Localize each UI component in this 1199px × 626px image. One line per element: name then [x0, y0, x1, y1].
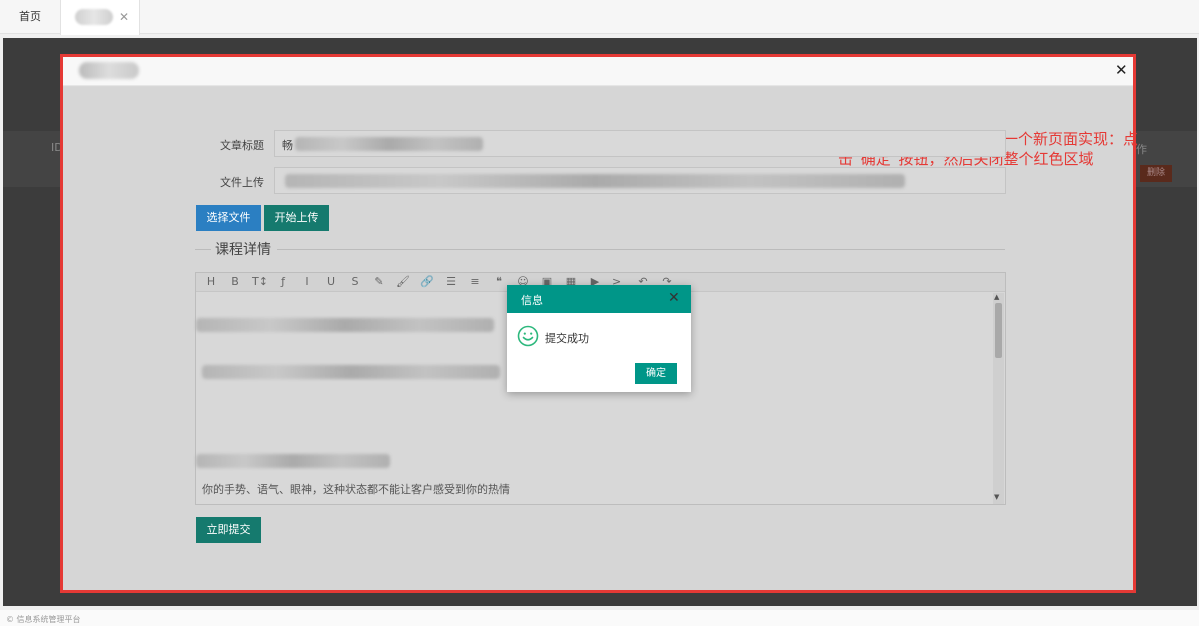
tab-title-blurred: [75, 9, 113, 25]
align-icon[interactable]: ≡: [468, 275, 482, 289]
editor-content-blurred: [202, 365, 500, 379]
file-upload-input[interactable]: [274, 167, 1006, 194]
message-close-icon[interactable]: ✕: [668, 290, 680, 306]
heading-icon[interactable]: H: [204, 275, 218, 289]
underline-icon[interactable]: U: [324, 275, 338, 289]
editor-visible-text: 你的手势、语气、眼神，这种状态都不能让客户感受到你的热情: [202, 483, 510, 495]
footer: © 信息系统管理平台: [0, 610, 1199, 626]
scroll-up-icon[interactable]: ▲: [994, 293, 999, 301]
tab-current[interactable]: ✕: [60, 0, 140, 35]
editor-content-blurred: [196, 318, 494, 332]
article-title-blurred: [295, 137, 483, 151]
italic-icon[interactable]: I: [300, 275, 314, 289]
tab-home[interactable]: 首页: [0, 0, 60, 34]
scroll-thumb[interactable]: [995, 303, 1002, 358]
file-upload-label: 文件上传: [220, 176, 264, 189]
background-delete-button: 删除: [1140, 165, 1172, 182]
scroll-down-icon[interactable]: ▼: [994, 493, 999, 501]
message-dialog: 信息 ✕ 提交成功 确定: [507, 285, 691, 392]
section-divider-right: [277, 249, 1005, 250]
tab-close-icon[interactable]: ✕: [119, 0, 129, 34]
article-title-prefix: 畅: [282, 139, 293, 152]
list-icon[interactable]: ☰: [444, 275, 458, 289]
file-path-blurred: [285, 174, 905, 188]
article-title-input[interactable]: 畅: [274, 130, 1006, 157]
editor-scrollbar[interactable]: ▲ ▼: [993, 293, 1004, 504]
highlight-icon[interactable]: ✎: [372, 275, 386, 289]
message-title: 信息: [521, 294, 543, 307]
editor-content-blurred: [196, 454, 390, 468]
bold-icon[interactable]: B: [228, 275, 242, 289]
font-size-icon[interactable]: T↕: [252, 275, 268, 289]
brush-icon[interactable]: 🖌: [396, 275, 410, 289]
message-text: 提交成功: [545, 332, 589, 345]
strikethrough-icon[interactable]: S: [348, 275, 362, 289]
article-title-label: 文章标题: [220, 139, 264, 152]
section-title: 课程详情: [215, 242, 271, 258]
popup-header: ✕: [63, 57, 1133, 86]
footer-text: © 信息系统管理平台: [6, 615, 81, 624]
submit-button[interactable]: 立即提交: [196, 517, 261, 543]
section-divider-left: [195, 249, 211, 250]
popup-close-icon[interactable]: ✕: [1115, 61, 1128, 79]
message-header: 信息 ✕: [507, 285, 691, 313]
quote-icon[interactable]: ❝: [492, 275, 506, 289]
start-upload-button[interactable]: 开始上传: [264, 205, 329, 231]
choose-file-button[interactable]: 选择文件: [196, 205, 261, 231]
ok-button[interactable]: 确定: [635, 363, 677, 384]
tab-bar: 首页 ✕: [0, 0, 1199, 35]
font-family-icon[interactable]: ƒ: [276, 275, 290, 289]
link-icon[interactable]: 🔗: [420, 275, 434, 289]
smile-icon: [517, 325, 539, 347]
course-details-section: 课程详情: [195, 239, 1005, 259]
popup-title-blurred: [79, 62, 139, 79]
